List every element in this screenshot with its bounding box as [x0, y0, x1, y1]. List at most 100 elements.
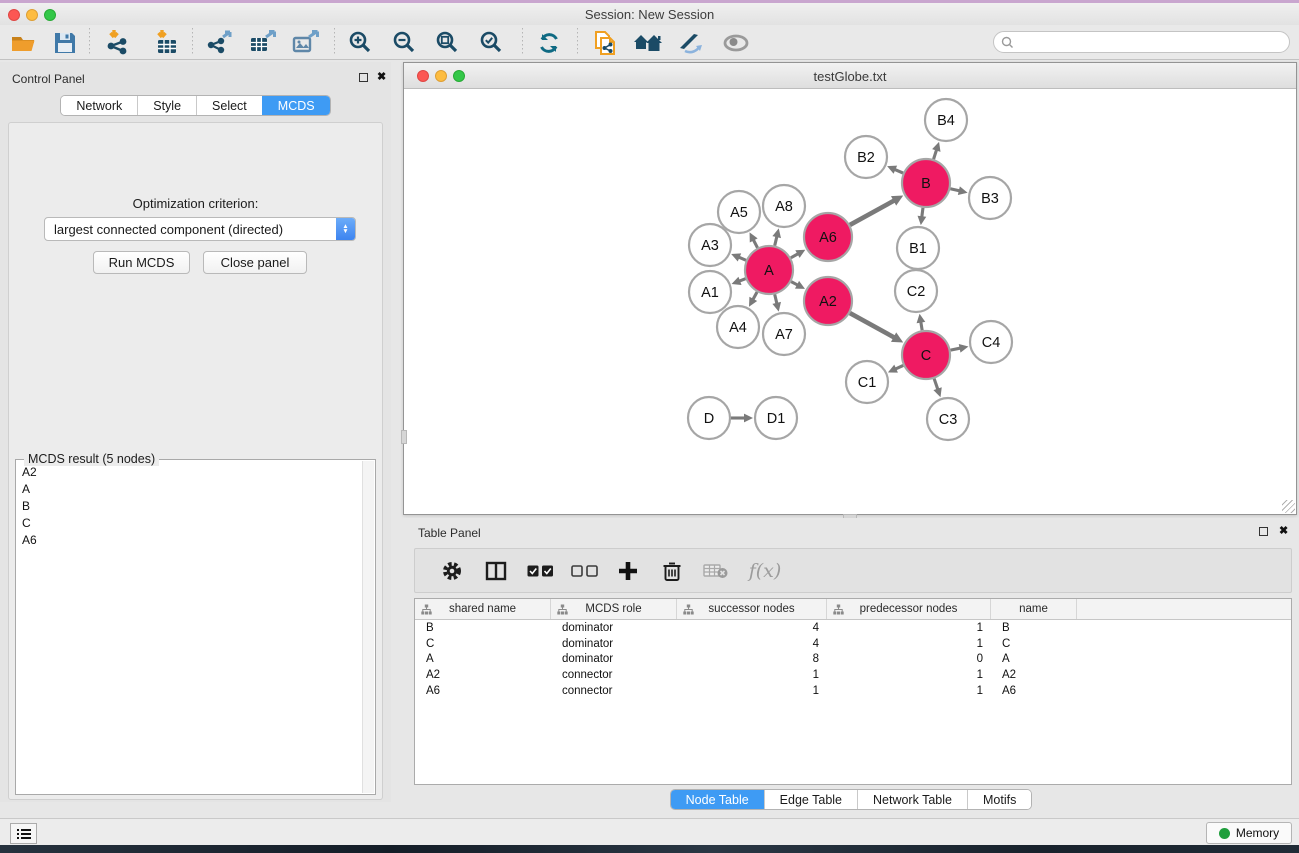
result-item-a6[interactable]: A6 — [17, 531, 362, 548]
column-layout-icon[interactable] — [474, 561, 518, 581]
tab-mcds[interactable]: MCDS — [262, 96, 330, 115]
graph-node-A2[interactable]: A2 — [804, 277, 852, 325]
cell-name[interactable]: B — [991, 622, 1077, 634]
result-item-b[interactable]: B — [17, 497, 362, 514]
edge-B-B1[interactable] — [918, 208, 927, 225]
column-header-successor-nodes[interactable]: successor nodes — [677, 599, 827, 619]
delete-column-icon[interactable] — [650, 560, 694, 582]
home-icon[interactable] — [633, 28, 663, 58]
edge-A-A3[interactable] — [731, 253, 746, 261]
cell-shared-name[interactable]: C — [415, 638, 551, 650]
graph-node-A8[interactable]: A8 — [763, 185, 805, 227]
graph-node-B3[interactable]: B3 — [969, 177, 1011, 219]
tab-style[interactable]: Style — [137, 96, 196, 115]
cell-predecessor-nodes[interactable]: 0 — [827, 653, 991, 665]
cell-shared-name[interactable]: A2 — [415, 669, 551, 681]
tab-edge-table[interactable]: Edge Table — [764, 790, 857, 809]
hide-graphics-details-icon[interactable] — [676, 28, 706, 58]
new-network-icon[interactable] — [591, 28, 621, 58]
zoom-out-icon[interactable] — [390, 28, 420, 58]
edge-A-A2[interactable] — [791, 281, 805, 289]
cell-shared-name[interactable]: A6 — [415, 685, 551, 697]
edge-C-C1[interactable] — [888, 365, 903, 373]
deselect-all-columns-icon[interactable] — [562, 565, 606, 577]
edge-A-A7[interactable] — [772, 294, 781, 311]
zoom-fit-icon[interactable] — [433, 28, 463, 58]
table-row-a6[interactable]: A6connector11A6 — [415, 683, 1291, 699]
search-input[interactable] — [1014, 35, 1289, 49]
graph-node-A6[interactable]: A6 — [804, 213, 852, 261]
edge-B-B4[interactable] — [932, 142, 940, 159]
cell-predecessor-nodes[interactable]: 1 — [827, 669, 991, 681]
tab-network-table[interactable]: Network Table — [857, 790, 967, 809]
tab-node-table[interactable]: Node Table — [671, 790, 764, 809]
result-item-c[interactable]: C — [17, 514, 362, 531]
cell-mcds-role[interactable]: dominator — [551, 622, 677, 634]
edge-D-D1[interactable] — [731, 414, 753, 423]
delete-table-icon[interactable] — [694, 563, 738, 579]
edge-C-C4[interactable] — [951, 344, 969, 353]
cell-shared-name[interactable]: B — [415, 622, 551, 634]
edge-C-C2[interactable] — [917, 314, 926, 331]
column-header-shared-name[interactable]: shared name — [415, 599, 551, 619]
graph-node-D[interactable]: D — [688, 397, 730, 439]
edge-A-A8[interactable] — [772, 228, 781, 245]
edge-B-B2[interactable] — [887, 166, 903, 174]
tab-network[interactable]: Network — [61, 96, 137, 115]
cell-name[interactable]: A — [991, 653, 1077, 665]
graph-node-A1[interactable]: A1 — [689, 271, 731, 313]
result-item-a2[interactable]: A2 — [17, 463, 362, 480]
cell-mcds-role[interactable]: connector — [551, 685, 677, 697]
zoom-in-icon[interactable] — [346, 28, 376, 58]
show-view-icon[interactable] — [721, 28, 751, 58]
cell-predecessor-nodes[interactable]: 1 — [827, 685, 991, 697]
result-list-scrollbar[interactable] — [362, 461, 374, 793]
table-row-a[interactable]: Adominator80A — [415, 652, 1291, 668]
open-session-icon[interactable] — [8, 28, 38, 58]
graph-node-B[interactable]: B — [902, 159, 950, 207]
run-mcds-button[interactable]: Run MCDS — [93, 251, 190, 274]
cell-successor-nodes[interactable]: 4 — [677, 622, 827, 634]
network-canvas[interactable]: B4B2BB3A8A5A6A3B1AA1C2A2A4A7C4CC1C3DD1 — [405, 89, 1295, 514]
cell-name[interactable]: A2 — [991, 669, 1077, 681]
cell-name[interactable]: C — [991, 638, 1077, 650]
cell-mcds-role[interactable]: connector — [551, 669, 677, 681]
optimization-criterion-dropdown[interactable]: largest connected component (directed) ▲… — [44, 217, 356, 241]
cell-predecessor-nodes[interactable]: 1 — [827, 622, 991, 634]
column-header-mcds-role[interactable]: MCDS role — [551, 599, 677, 619]
export-table-icon[interactable] — [248, 28, 278, 58]
tab-motifs[interactable]: Motifs — [967, 790, 1031, 809]
add-column-icon[interactable] — [606, 561, 650, 581]
cell-shared-name[interactable]: A — [415, 653, 551, 665]
graph-node-C[interactable]: C — [902, 331, 950, 379]
function-builder-icon[interactable]: f(x) — [738, 560, 792, 582]
cell-successor-nodes[interactable]: 8 — [677, 653, 827, 665]
split-handle-left[interactable] — [401, 430, 407, 444]
graph-node-C3[interactable]: C3 — [927, 398, 969, 440]
graph-node-B2[interactable]: B2 — [845, 136, 887, 178]
refresh-icon[interactable] — [534, 28, 564, 58]
search-box[interactable] — [993, 31, 1290, 53]
graph-node-C4[interactable]: C4 — [970, 321, 1012, 363]
graph-node-B1[interactable]: B1 — [897, 227, 939, 269]
cell-successor-nodes[interactable]: 1 — [677, 669, 827, 681]
window-resize-grip[interactable] — [1282, 500, 1295, 513]
table-close-panel-icon[interactable]: ✖ — [1279, 527, 1288, 536]
graph-node-A3[interactable]: A3 — [689, 224, 731, 266]
tab-select[interactable]: Select — [196, 96, 262, 115]
save-session-icon[interactable] — [50, 28, 80, 58]
task-history-button[interactable] — [10, 823, 37, 844]
edge-A2-C[interactable] — [850, 313, 903, 342]
edge-C-C3[interactable] — [933, 379, 941, 398]
column-header-predecessor-nodes[interactable]: predecessor nodes — [827, 599, 991, 619]
graph-node-B4[interactable]: B4 — [925, 99, 967, 141]
close-panel-icon[interactable]: ✖ — [377, 73, 386, 82]
import-table-icon[interactable] — [152, 28, 182, 58]
cell-mcds-role[interactable]: dominator — [551, 638, 677, 650]
graph-node-A[interactable]: A — [745, 246, 793, 294]
result-item-a[interactable]: A — [17, 480, 362, 497]
table-row-a2[interactable]: A2connector11A2 — [415, 667, 1291, 683]
edge-A6-B[interactable] — [850, 196, 903, 225]
network-window-titlebar[interactable]: testGlobe.txt — [404, 63, 1296, 89]
graph-node-A4[interactable]: A4 — [717, 306, 759, 348]
